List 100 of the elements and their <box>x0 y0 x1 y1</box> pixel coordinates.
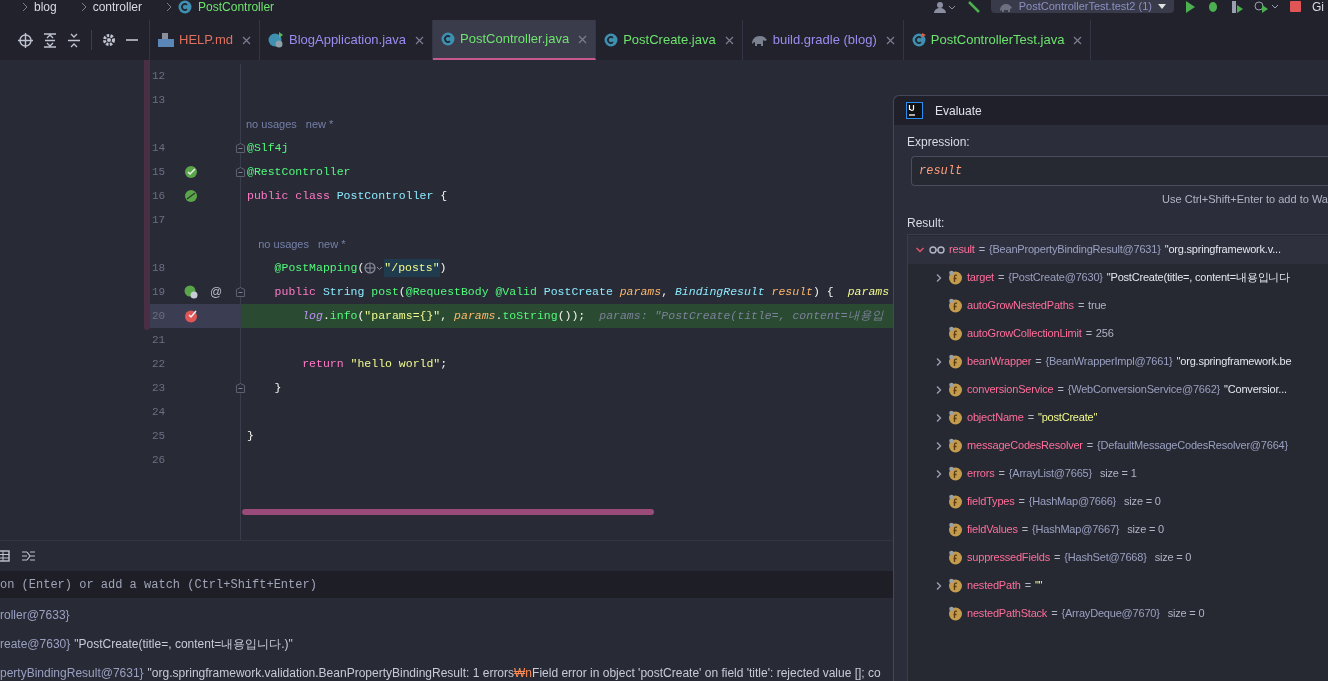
editor-tab[interactable]: PostCreate.java <box>596 20 743 60</box>
field-icon <box>948 550 963 565</box>
chevron-right-icon <box>80 2 87 12</box>
collapse-all-icon[interactable] <box>67 32 81 48</box>
variable-value: reate@7630} <box>0 635 71 653</box>
list-icon[interactable] <box>22 550 35 562</box>
editor-tab[interactable]: HELP.md <box>150 20 260 60</box>
close-icon[interactable] <box>885 35 895 45</box>
bean-icon[interactable] <box>184 189 198 203</box>
fold-icon[interactable] <box>236 143 245 153</box>
annotation: @RequestBody @Valid <box>405 284 538 301</box>
code-punctuation: . <box>322 308 330 325</box>
equals-sign: = <box>1024 578 1031 594</box>
type-name: String <box>322 284 366 301</box>
variable-value: pertyBindingResult@7631} <box>0 664 144 681</box>
bean-check-icon[interactable] <box>184 165 198 179</box>
app-logo-icon <box>906 102 923 119</box>
settings-icon[interactable] <box>102 33 116 47</box>
inline-debug-value: params <box>847 284 890 301</box>
gutter-marker[interactable]: @ <box>209 283 223 301</box>
expression-label: Expression: <box>906 134 971 151</box>
tab-label: PostController.java <box>460 30 570 49</box>
expand-chevron-icon[interactable] <box>934 356 944 367</box>
string-literal: "params={}" <box>364 308 441 325</box>
person-icon[interactable] <box>932 0 957 13</box>
bean-globe-icon[interactable] <box>184 285 198 299</box>
object-reference: {ArrayDeque@7670} <box>1061 606 1160 622</box>
string-value: "postCreate" <box>1037 410 1098 426</box>
stop-icon[interactable] <box>1290 0 1302 13</box>
equals-sign: = <box>1021 522 1029 538</box>
elephant-icon <box>998 1 1013 12</box>
object-reference: {HashMap@7666} <box>1028 494 1117 510</box>
variable-name: result <box>949 242 975 258</box>
hint-text: Use Ctrl+Shift+Enter to add to Wa <box>1162 192 1328 207</box>
keyword: public class <box>247 188 331 205</box>
code-punctuation: ; <box>440 356 448 373</box>
fold-icon[interactable] <box>236 383 245 393</box>
expression-field[interactable]: result <box>911 156 1328 186</box>
expand-chevron-icon[interactable] <box>934 580 944 591</box>
globe-icon[interactable] <box>364 262 385 274</box>
code-hint: new * <box>318 236 346 252</box>
editor-tab[interactable]: PostController.java <box>433 20 597 60</box>
expand-chevron-icon[interactable] <box>934 412 944 423</box>
variable-name: fieldTypes <box>967 494 1015 510</box>
breadcrumb-item[interactable]: blog <box>34 0 57 14</box>
editor-tab[interactable]: PostControllerTest.java <box>903 20 1092 60</box>
code-punctuation: } <box>247 428 254 445</box>
field-name: log <box>301 308 323 325</box>
class-icon <box>441 32 456 46</box>
run-configuration-selector[interactable]: PostControllerTest.test2 (1) <box>990 0 1174 13</box>
close-icon[interactable] <box>724 35 734 45</box>
close-icon[interactable] <box>1073 35 1083 45</box>
run-icon[interactable] <box>1184 0 1196 13</box>
glasses-icon <box>929 245 945 254</box>
line-number: 15 <box>151 164 167 180</box>
value-text: "org.springframework.v... <box>1164 242 1281 258</box>
object-reference: {BeanPropertyBindingResult@7631} <box>988 242 1161 258</box>
method-name: post <box>371 284 399 301</box>
object-reference: {BeanWrapperImpl@7661} <box>1045 354 1173 370</box>
breakpoint-icon[interactable] <box>184 309 198 323</box>
field-icon <box>948 606 963 621</box>
editor-tab[interactable]: build.gradle (blog) <box>742 20 904 60</box>
code-hint: no usages <box>246 116 297 132</box>
field-icon <box>948 354 963 369</box>
close-icon[interactable] <box>578 34 588 44</box>
fold-icon[interactable] <box>236 287 245 297</box>
annotation: @RestController <box>247 164 351 181</box>
code-punctuation: { <box>439 188 448 205</box>
object-reference: {ArrayList@7665} <box>1008 466 1092 482</box>
field-icon <box>948 466 963 481</box>
size-value: size = 0 <box>1124 494 1161 510</box>
toolbar-text[interactable]: Gi <box>1312 0 1324 13</box>
equals-sign: = <box>1077 298 1085 314</box>
size-value: size = 0 <box>1154 550 1192 566</box>
code-punctuation: ( <box>398 284 406 301</box>
locate-icon[interactable] <box>18 32 33 48</box>
equals-sign: = <box>1057 382 1064 398</box>
variable-name: target <box>967 270 994 286</box>
breadcrumb-item[interactable]: controller <box>92 0 143 14</box>
horizontal-scrollbar[interactable] <box>242 509 654 515</box>
line-number: 17 <box>151 212 167 228</box>
expand-chevron-icon[interactable] <box>934 272 944 283</box>
field-icon <box>948 522 963 537</box>
breadcrumb-item[interactable]: PostController <box>198 0 275 14</box>
escape-sequence: ₩n <box>514 664 533 681</box>
parameter-name: params <box>454 308 496 325</box>
expression-input[interactable]: result <box>919 162 1328 180</box>
code-punctuation: } <box>273 380 282 397</box>
size-value: size = 1 <box>1099 466 1137 482</box>
size-value: size = 0 <box>1167 606 1205 622</box>
expand-chevron-icon[interactable] <box>934 468 944 479</box>
expand-all-icon[interactable] <box>43 32 57 48</box>
expand-chevron-icon[interactable] <box>934 384 944 395</box>
fold-icon[interactable] <box>236 167 245 177</box>
string-value: "" <box>1034 578 1043 594</box>
line-number: 22 <box>151 356 167 372</box>
table-icon[interactable] <box>0 550 10 562</box>
close-icon[interactable] <box>415 35 425 45</box>
expand-chevron-icon[interactable] <box>934 440 944 451</box>
close-icon[interactable] <box>241 35 251 45</box>
